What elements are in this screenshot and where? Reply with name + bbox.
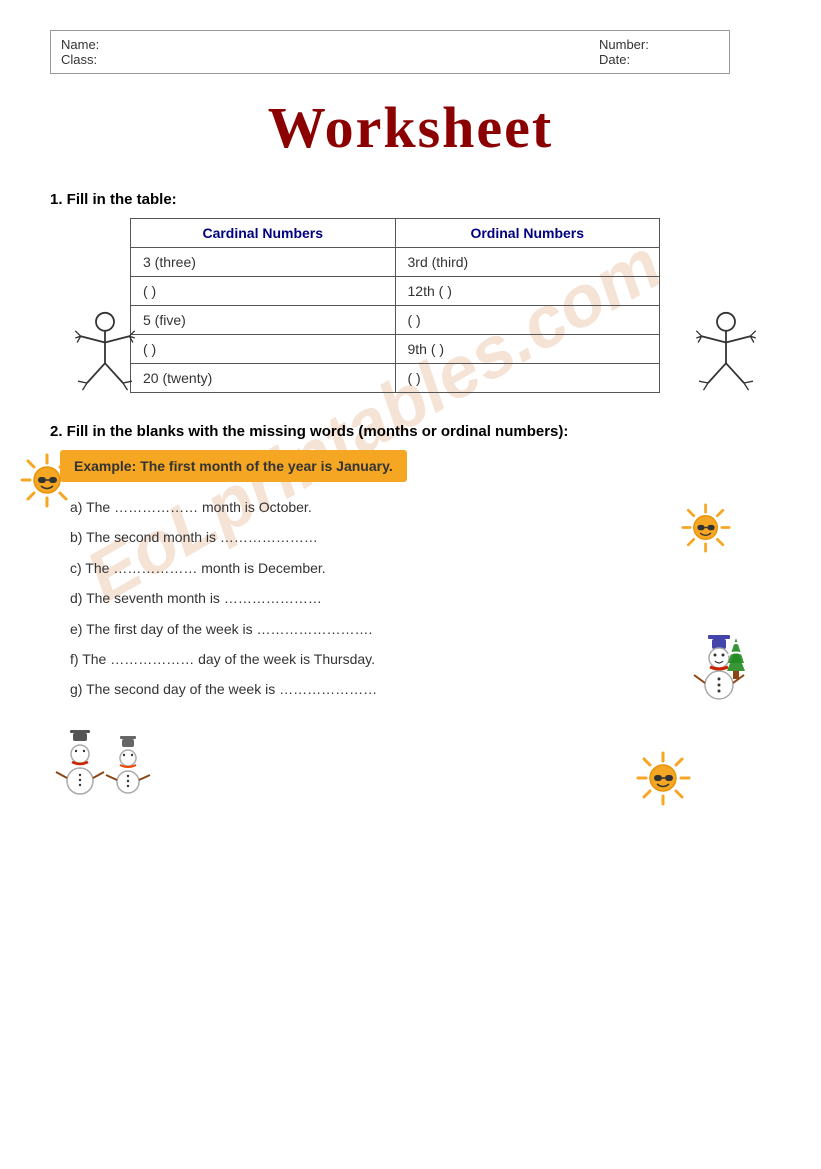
snowmen-bottom bbox=[50, 726, 160, 811]
fill-item-c: c) The ……………… month is December. bbox=[70, 557, 771, 579]
fill-item-b: b) The second month is ………………… bbox=[70, 526, 771, 548]
class-label: Class: bbox=[61, 52, 99, 67]
section1-title: 1. Fill in the table: bbox=[50, 191, 771, 208]
table-row: ( ) 9th ( ) bbox=[131, 335, 660, 364]
cardinal-1: ( ) bbox=[131, 277, 396, 306]
col2-header: Ordinal Numbers bbox=[395, 219, 660, 248]
number-label: Number: bbox=[599, 37, 719, 52]
fill-item-a: a) The ……………… month is October. bbox=[70, 496, 771, 518]
cardinal-2: 5 (five) bbox=[131, 306, 396, 335]
sun-decoration-2 bbox=[681, 503, 731, 558]
fill-item-e: e) The first day of the week is ……………………… bbox=[70, 618, 771, 640]
table-row: ( ) 12th ( ) bbox=[131, 277, 660, 306]
numbers-table: Cardinal Numbers Ordinal Numbers 3 (thre… bbox=[130, 218, 660, 393]
col1-header: Cardinal Numbers bbox=[131, 219, 396, 248]
cardinal-0: 3 (three) bbox=[131, 248, 396, 277]
section2: 2. Fill in the blanks with the missing w… bbox=[50, 423, 771, 811]
ordinal-4: ( ) bbox=[395, 364, 660, 393]
stick-figure-right bbox=[691, 311, 761, 406]
name-label: Name: bbox=[61, 37, 99, 52]
example-box: Example: The first month of the year is … bbox=[60, 450, 407, 482]
cardinal-3: ( ) bbox=[131, 335, 396, 364]
ordinal-0: 3rd (third) bbox=[395, 248, 660, 277]
fill-item-d: d) The seventh month is ………………… bbox=[70, 587, 771, 609]
table-row: 20 (twenty) ( ) bbox=[131, 364, 660, 393]
fill-item-g: g) The second day of the week is ………………… bbox=[70, 678, 771, 700]
table-row: 3 (three) 3rd (third) bbox=[131, 248, 660, 277]
sun-decoration-3 bbox=[636, 751, 691, 811]
table-row: 5 (five) ( ) bbox=[131, 306, 660, 335]
cardinal-4: 20 (twenty) bbox=[131, 364, 396, 393]
page-title: Worksheet bbox=[50, 94, 771, 161]
date-label: Date: bbox=[599, 52, 719, 67]
fill-section: a) The ……………… month is October. b) The s… bbox=[70, 496, 771, 701]
fill-item-f: f) The ……………… day of the week is Thursda… bbox=[70, 648, 771, 670]
header-left: Name: Class: bbox=[61, 37, 99, 67]
sun-decoration-1 bbox=[20, 453, 75, 513]
header-box: Name: Class: Number: Date: bbox=[50, 30, 730, 74]
snowman-decoration bbox=[686, 633, 751, 723]
stick-figure-left bbox=[70, 311, 140, 406]
section2-title: 2. Fill in the blanks with the missing w… bbox=[50, 423, 771, 440]
worksheet-page: EoLprintables.com Name: Class: Number: D… bbox=[0, 0, 821, 1169]
ordinal-3: 9th ( ) bbox=[395, 335, 660, 364]
ordinal-2: ( ) bbox=[395, 306, 660, 335]
ordinal-1: 12th ( ) bbox=[395, 277, 660, 306]
section1: 1. Fill in the table: Cardinal Numbers O… bbox=[50, 191, 771, 393]
header-right: Number: Date: bbox=[599, 37, 719, 67]
